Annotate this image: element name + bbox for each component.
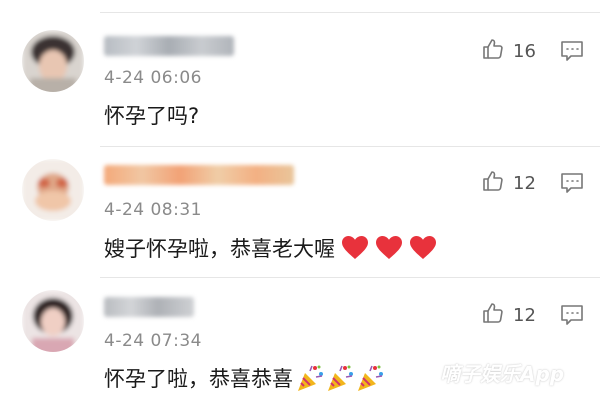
heart-icon xyxy=(341,235,369,261)
comment-time: 4-24 08:31 xyxy=(104,200,202,220)
comment-icon xyxy=(560,41,584,66)
comment-text: 怀孕了吗? xyxy=(104,100,199,130)
comment-icon xyxy=(560,305,584,330)
comment-item: 4-24 06:06 怀孕了吗? 16 xyxy=(0,0,600,150)
like-button[interactable]: 16 xyxy=(481,37,536,65)
comment-text-content: 怀孕了吗? xyxy=(104,104,200,128)
heart-icon xyxy=(375,235,403,261)
username-blurred[interactable] xyxy=(104,297,194,317)
comment-item: 4-24 07:34 怀孕了啦，恭喜恭喜 12 xyxy=(0,277,600,410)
heart-icon xyxy=(409,235,437,261)
reply-button[interactable] xyxy=(560,304,584,330)
like-count: 16 xyxy=(513,40,536,62)
reply-button[interactable] xyxy=(560,40,584,66)
avatar[interactable] xyxy=(22,159,84,221)
comment-text: 嫂子怀孕啦，恭喜老大喔 xyxy=(104,233,437,263)
username-blurred[interactable] xyxy=(104,36,234,56)
watermark: 嘀子娱乐App xyxy=(440,362,565,386)
like-button[interactable]: 12 xyxy=(481,301,536,329)
comment-icon xyxy=(560,173,584,198)
party-popper-icon xyxy=(325,363,355,393)
like-count: 12 xyxy=(513,172,536,194)
thumbs-up-icon xyxy=(481,169,505,197)
thumbs-up-icon xyxy=(481,301,505,329)
comment-time: 4-24 07:34 xyxy=(104,331,202,351)
avatar[interactable] xyxy=(22,30,84,92)
comment-text-content: 怀孕了啦，恭喜恭喜 xyxy=(104,367,293,391)
username-blurred[interactable] xyxy=(104,165,294,185)
comment-text: 怀孕了啦，恭喜恭喜 xyxy=(104,363,385,393)
avatar[interactable] xyxy=(22,290,84,352)
comment-time: 4-24 06:06 xyxy=(104,68,202,88)
thumbs-up-icon xyxy=(481,37,505,65)
like-button[interactable]: 12 xyxy=(481,169,536,197)
like-count: 12 xyxy=(513,304,536,326)
party-popper-icon xyxy=(295,363,325,393)
reply-button[interactable] xyxy=(560,172,584,198)
party-popper-icon xyxy=(355,363,385,393)
comment-item: 4-24 08:31 嫂子怀孕啦，恭喜老大喔 12 xyxy=(0,146,600,276)
comment-text-content: 嫂子怀孕啦，恭喜老大喔 xyxy=(104,237,335,261)
